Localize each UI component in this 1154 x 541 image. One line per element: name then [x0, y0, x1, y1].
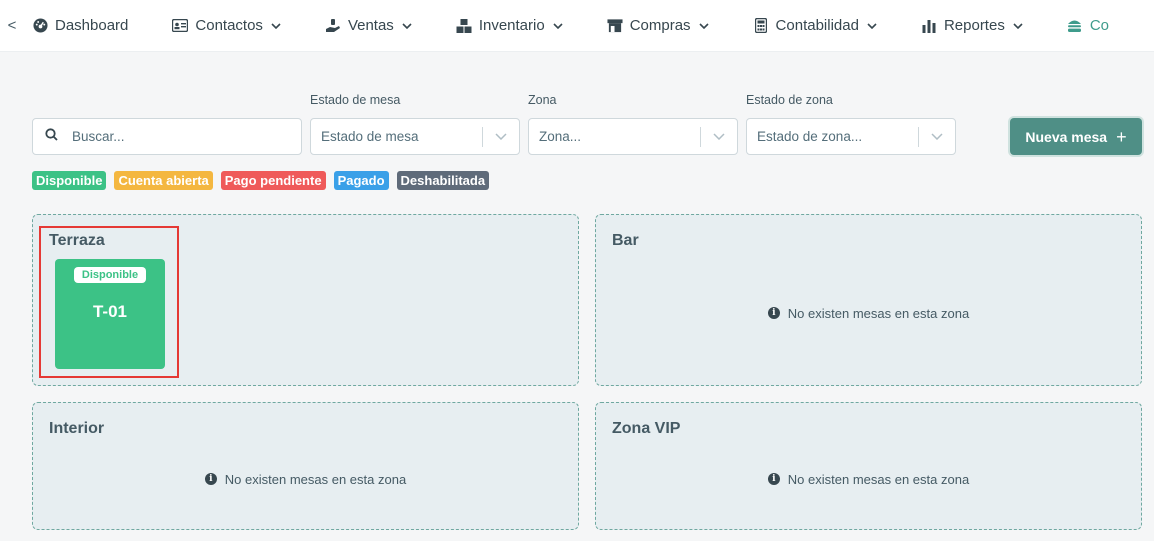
- search-input[interactable]: [72, 129, 272, 144]
- legend-disponible: Disponible: [32, 171, 107, 190]
- zone-bar: Bar i No existen mesas en esta zona: [595, 214, 1142, 386]
- nav-item-label: Reportes: [943, 17, 1005, 34]
- nav-item-compras[interactable]: Compras: [607, 17, 709, 34]
- zona-label: Zona: [528, 93, 557, 107]
- contacts-card-icon: [172, 18, 189, 34]
- nueva-mesa-button[interactable]: Nueva mesa +: [1010, 118, 1142, 155]
- nav-item-comandas[interactable]: Co: [1067, 17, 1109, 34]
- info-icon: i: [767, 473, 780, 485]
- chevron-down-icon: [1013, 21, 1023, 31]
- chevron-down-icon: [553, 21, 563, 31]
- nav-item-label: Co: [1089, 17, 1110, 34]
- nav-item-reportes[interactable]: Reportes: [921, 17, 1023, 34]
- legend-pagado: Pagado: [333, 171, 389, 190]
- nav-item-label: Compras: [629, 17, 691, 34]
- empty-zone-message: i No existen mesas en esta zona: [33, 403, 578, 529]
- estado-zona-label: Estado de zona: [746, 93, 833, 107]
- nav-item-dashboard[interactable]: Dashboard: [32, 17, 128, 34]
- empty-zone-message: i No existen mesas en esta zona: [596, 215, 1141, 385]
- zone-vip: Zona VIP i No existen mesas en esta zona: [595, 402, 1142, 530]
- nav-back-arrow[interactable]: <: [2, 17, 22, 34]
- empty-zone-text: No existen mesas en esta zona: [787, 305, 970, 321]
- chevron-down-icon: [701, 133, 737, 140]
- empty-zone-message: i No existen mesas en esta zona: [596, 403, 1141, 529]
- nav-item-label: Contabilidad: [775, 17, 859, 34]
- estado-mesa-label: Estado de mesa: [310, 93, 401, 107]
- estado-zona-value: Estado de zona...: [757, 129, 863, 144]
- nav-item-contactos[interactable]: Contactos: [172, 17, 281, 34]
- nav-item-label: Dashboard: [55, 17, 129, 34]
- legend-deshabilitada: Deshabilitada: [396, 171, 490, 190]
- nav-item-inventario[interactable]: Inventario: [456, 17, 563, 34]
- dashboard-icon: [32, 18, 48, 34]
- nav-item-label: Ventas: [347, 17, 394, 34]
- hamburger-food-icon: [1067, 18, 1083, 34]
- table-name: T-01: [92, 302, 128, 321]
- search-icon: [45, 127, 58, 146]
- chevron-down-icon: [867, 21, 877, 31]
- estado-mesa-value: Estado de mesa: [321, 129, 419, 144]
- chevron-down-icon: [698, 21, 709, 31]
- estado-zona-select[interactable]: Estado de zona...: [746, 118, 956, 155]
- bar-chart-icon: [921, 18, 937, 34]
- nav-item-label: Inventario: [478, 17, 545, 34]
- info-icon: i: [767, 307, 780, 319]
- chevron-down-icon: [271, 21, 281, 31]
- chevron-down-icon: [402, 21, 412, 31]
- store-icon: [607, 18, 623, 34]
- search-box: [32, 118, 302, 155]
- table-card-t01[interactable]: Disponible T-01: [55, 259, 165, 369]
- chevron-down-icon: [483, 133, 519, 140]
- nav-item-label: Contactos: [195, 17, 263, 34]
- sales-hand-icon: [325, 18, 341, 34]
- top-navigation: < Dashboard Contactos Ventas Inventario …: [0, 0, 1154, 52]
- estado-mesa-select[interactable]: Estado de mesa: [310, 118, 520, 155]
- zona-select[interactable]: Zona...: [528, 118, 738, 155]
- zona-value: Zona...: [539, 129, 582, 144]
- zone-title: Terraza: [49, 232, 105, 249]
- empty-zone-text: No existen mesas en esta zona: [787, 471, 970, 487]
- chevron-down-icon: [919, 133, 955, 140]
- plus-icon: +: [1116, 126, 1127, 147]
- status-legend: Disponible Cuenta abierta Pago pendiente…: [32, 171, 490, 190]
- legend-cuenta-abierta: Cuenta abierta: [114, 171, 213, 190]
- boxes-icon: [456, 18, 472, 34]
- nueva-mesa-label: Nueva mesa: [1025, 128, 1108, 145]
- nav-item-ventas[interactable]: Ventas: [325, 17, 412, 34]
- zone-interior: Interior i No existen mesas en esta zona: [32, 402, 579, 530]
- empty-zone-text: No existen mesas en esta zona: [224, 471, 407, 487]
- calculator-icon: [753, 18, 769, 34]
- nav-item-contabilidad[interactable]: Contabilidad: [753, 17, 877, 34]
- table-status-badge: Disponible: [74, 267, 146, 283]
- legend-pago-pendiente: Pago pendiente: [220, 171, 326, 190]
- info-icon: i: [204, 473, 217, 485]
